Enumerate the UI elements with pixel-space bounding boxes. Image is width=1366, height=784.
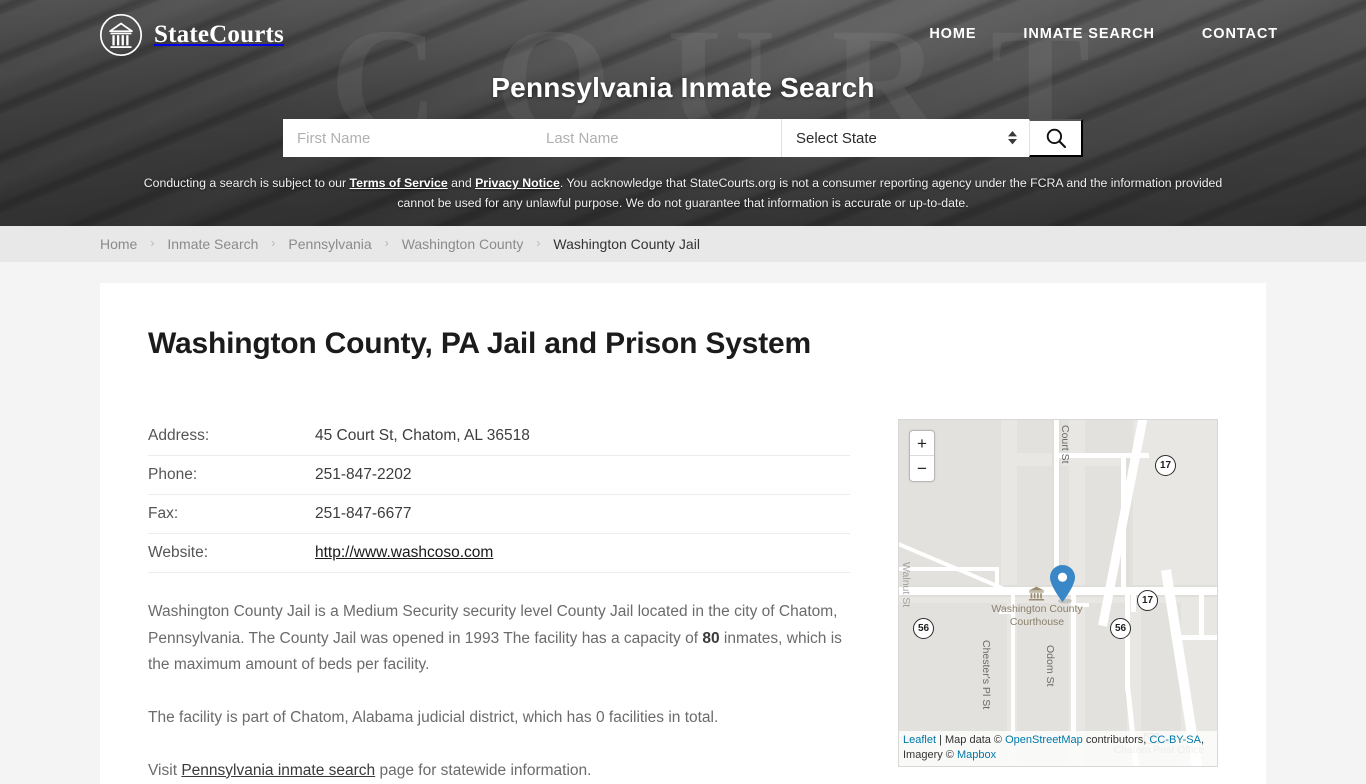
map-column: + − 17 17 56 56 Court St Chester's Pl St… [898, 417, 1218, 784]
disclaimer-text-1: Conducting a search is subject to our [143, 176, 350, 190]
street-label-chesters-pl-st: Chester's Pl St [980, 640, 992, 710]
attrib-contributors: contributors, [1082, 734, 1150, 747]
mapbox-link[interactable]: Mapbox [957, 749, 996, 761]
row-label-fax: Fax: [148, 494, 315, 534]
breadcrumb-item-pennsylvania[interactable]: Pennsylvania [288, 236, 371, 252]
table-row: Fax: 251-847-6677 [148, 494, 850, 534]
site-logo[interactable]: StateCourts [99, 13, 284, 57]
breadcrumb-item-inmate-search[interactable]: Inmate Search [167, 236, 258, 252]
breadcrumb: Home › Inmate Search › Pennsylvania › Wa… [0, 226, 1366, 262]
breadcrumb-separator-icon: › [384, 236, 389, 250]
breadcrumb-separator-icon: › [271, 236, 276, 250]
privacy-notice-link[interactable]: Privacy Notice [475, 176, 560, 190]
description-paragraph-1: Washington County Jail is a Medium Secur… [148, 599, 850, 679]
state-select[interactable]: Select State [781, 119, 1029, 157]
row-label-address: Address: [148, 417, 315, 456]
map-zoom-controls: + − [909, 430, 935, 482]
search-icon [1046, 128, 1066, 149]
page-hero-title: Pennsylvania Inmate Search [491, 72, 875, 103]
map-zoom-in-button[interactable]: + [910, 431, 934, 456]
breadcrumb-item-current: Washington County Jail [553, 236, 700, 252]
street-label-court-st: Court St [1059, 425, 1071, 464]
poi-label-courthouse: Washington County Courthouse [991, 603, 1083, 629]
map-attribution: Leaflet | Map data © OpenStreetMap contr… [899, 731, 1217, 766]
street-label-odom-st: Odom St [1044, 645, 1056, 687]
leaflet-link[interactable]: Leaflet [903, 734, 936, 746]
capacity-value: 80 [702, 629, 720, 647]
terms-of-service-link[interactable]: Terms of Service [350, 176, 448, 190]
row-value-fax: 251-847-6677 [315, 494, 850, 534]
nav-item-contact[interactable]: CONTACT [1202, 26, 1278, 42]
table-row: Website: http://www.washcoso.com [148, 533, 850, 573]
route-shield-56-right: 56 [1110, 618, 1131, 639]
breadcrumb-separator-icon: › [150, 236, 155, 250]
license-link[interactable]: CC-BY-SA [1149, 734, 1201, 746]
description-paragraph-2: The facility is part of Chatom, Alabama … [148, 708, 719, 726]
map-pin-marker-icon[interactable] [1049, 564, 1076, 609]
primary-navigation: HOME INMATE SEARCH CONTACT [929, 26, 1278, 42]
content-card: Washington County, PA Jail and Prison Sy… [100, 283, 1266, 784]
table-row: Address: 45 Court St, Chatom, AL 36518 [148, 417, 850, 456]
map-zoom-out-button[interactable]: − [910, 456, 934, 481]
page-title: Washington County, PA Jail and Prison Sy… [148, 327, 811, 360]
attrib-mapdata: Map data © [945, 734, 1006, 747]
attrib-sep: | [936, 734, 946, 747]
openstreetmap-link[interactable]: OpenStreetMap [1005, 734, 1083, 746]
nav-item-inmate-search[interactable]: INMATE SEARCH [1023, 26, 1154, 42]
facility-info-table: Address: 45 Court St, Chatom, AL 36518 P… [148, 417, 850, 573]
row-label-phone: Phone: [148, 455, 315, 495]
route-shield-56-left: 56 [913, 618, 934, 639]
search-button[interactable] [1029, 119, 1083, 157]
search-disclaimer: Conducting a search is subject to our Te… [133, 174, 1233, 214]
nav-item-home[interactable]: HOME [929, 26, 976, 42]
row-value-phone: 251-847-2202 [315, 455, 850, 495]
paragraph3-before: Visit [148, 761, 182, 779]
statewide-inmate-search-link[interactable]: Pennsylvania inmate search [181, 762, 375, 779]
route-shield-17-lower: 17 [1137, 590, 1158, 611]
breadcrumb-item-home[interactable]: Home [100, 236, 137, 252]
website-link[interactable]: http://www.washcoso.com [315, 544, 493, 561]
street-label-walnut-st: Walnut St [900, 562, 912, 608]
chevron-updown-icon [1008, 131, 1017, 145]
description-paragraph-3: Visit Pennsylvania inmate search page fo… [148, 758, 850, 784]
row-label-website: Website: [148, 533, 315, 573]
table-row: Phone: 251-847-2202 [148, 455, 850, 495]
first-name-input[interactable] [283, 119, 532, 157]
disclaimer-text-2: and [447, 176, 476, 190]
location-map[interactable]: + − 17 17 56 56 Court St Chester's Pl St… [898, 419, 1218, 767]
courthouse-circle-logo-icon [99, 13, 143, 57]
inmate-search-form: Select State [283, 119, 1083, 157]
logo-text: StateCourts [154, 21, 284, 48]
breadcrumb-separator-icon: › [536, 236, 541, 250]
row-value-website: http://www.washcoso.com [315, 533, 850, 573]
paragraph3-after: page for statewide information. [375, 761, 592, 779]
row-value-address: 45 Court St, Chatom, AL 36518 [315, 417, 850, 456]
route-shield-17: 17 [1155, 455, 1176, 476]
breadcrumb-item-washington-county[interactable]: Washington County [402, 236, 524, 252]
facility-details-column: Address: 45 Court St, Chatom, AL 36518 P… [148, 417, 850, 784]
site-header: COURT StateCourts HOME INMATE SEARCH CON… [0, 0, 1366, 226]
state-select-value: Select State [796, 129, 877, 147]
last-name-input[interactable] [532, 119, 781, 157]
